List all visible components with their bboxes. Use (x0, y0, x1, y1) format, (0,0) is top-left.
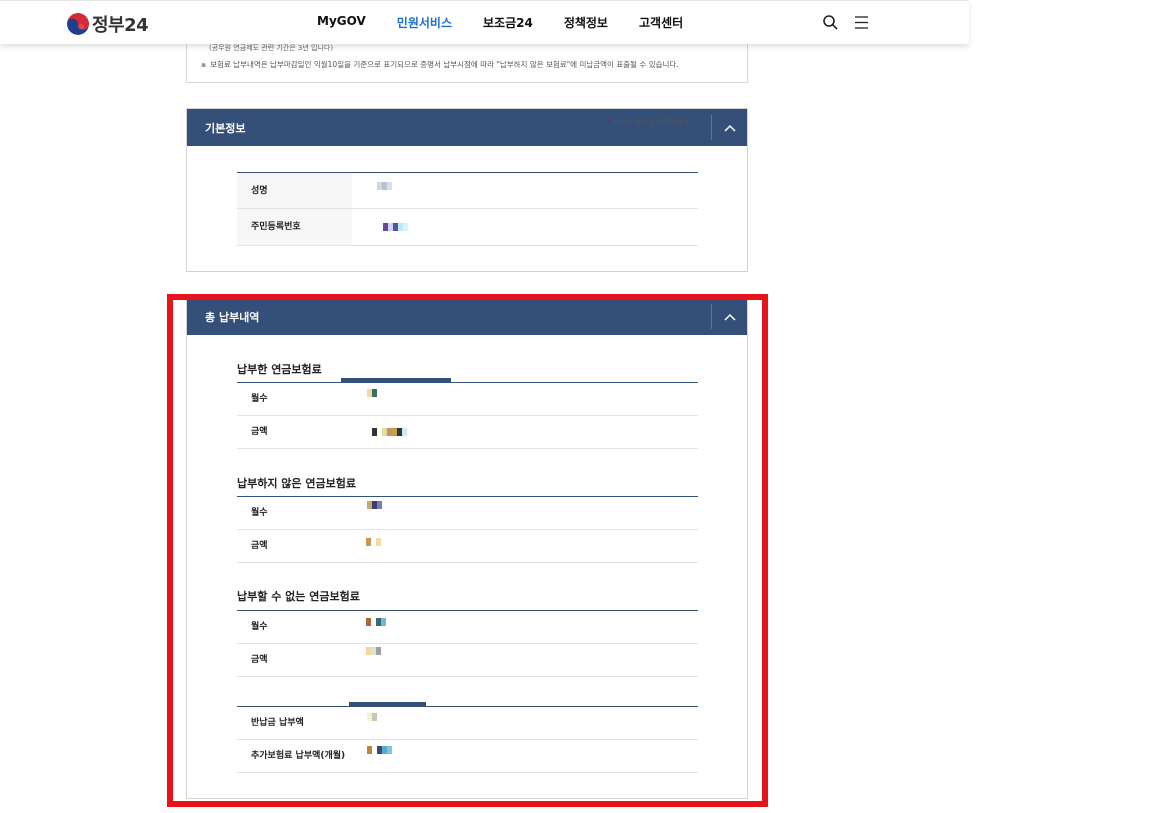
paid-table: 월수 금액 (237, 383, 698, 449)
table-row: 월수 (237, 611, 698, 644)
table-row: 주민등록번호 (237, 209, 698, 246)
total-payment-title: 총 납부내역 (205, 311, 260, 324)
name-label: 성명 (237, 173, 352, 208)
main-nav: MyGOV 민원서비스 보조금24 정책정보 고객센터 (317, 14, 714, 31)
months-label: 월수 (251, 508, 268, 518)
basic-info-table: 성명 주민등록번호 (237, 173, 698, 246)
chevron-up-icon (723, 313, 736, 321)
unpaid-amount-masked (366, 538, 381, 548)
nav-civil-service[interactable]: 민원서비스 (397, 14, 452, 31)
table-row: 성명 (237, 173, 698, 209)
collapse-toggle[interactable] (711, 115, 747, 140)
refund-payment-label: 반납금 납부액 (251, 718, 304, 728)
table-row: 금액 (237, 530, 698, 563)
nav-mygov[interactable]: MyGOV (317, 14, 366, 31)
table-row: 추가보험료 납부액(개월) (237, 740, 698, 773)
unpaid-table: 월수 금액 (237, 497, 698, 563)
paid-heading: 납부한 연금보험료 (237, 363, 322, 376)
taegeuk-logo-icon (67, 13, 89, 35)
resident-number-label: 주민등록번호 (237, 209, 352, 245)
collapse-toggle[interactable] (711, 304, 747, 329)
nav-subsidy[interactable]: 보조금24 (483, 14, 533, 31)
table-row: 금액 (237, 416, 698, 449)
amount-label: 금액 (251, 655, 268, 665)
table-row: 금액 (237, 644, 698, 677)
table-row: 월수 (237, 383, 698, 416)
exempt-table: 월수 금액 (237, 611, 698, 677)
basic-info-title: 기본정보 (205, 122, 246, 135)
search-icon[interactable] (822, 14, 839, 31)
paid-months-masked (367, 389, 377, 399)
logo-text: 정부24 (92, 15, 149, 36)
paid-amount-masked (372, 428, 407, 438)
logo[interactable]: 정부24 (67, 11, 149, 37)
exempt-months-masked (366, 618, 386, 628)
notice-text-1: (공무원 연금제도 관련 기간은 3년 입니다) (209, 44, 334, 52)
amount-label: 금액 (251, 427, 268, 437)
extra-premium-label: 추가보험료 납부액(개월) (251, 751, 346, 761)
extra-table: 반납금 납부액 추가보험료 납부액(개월) (237, 707, 698, 773)
hamburger-menu-icon[interactable] (853, 14, 870, 31)
basic-info-header: 기본정보 (187, 109, 747, 146)
amount-label: 금액 (251, 541, 268, 551)
nav-customer-center[interactable]: 고객센터 (639, 14, 683, 31)
months-label: 월수 (251, 394, 268, 404)
required-note: * 표시는 필수 입력사항입니다. (607, 118, 697, 126)
site-header: 정부24 MyGOV 민원서비스 보조금24 정책정보 고객센터 (0, 0, 969, 44)
table-row: 월수 (237, 497, 698, 530)
exempt-amount-masked (366, 647, 381, 657)
months-label: 월수 (251, 622, 268, 632)
name-value-masked (377, 182, 392, 192)
nav-policy-info[interactable]: 정책정보 (564, 14, 608, 31)
refund-payment-masked (367, 713, 377, 723)
exempt-heading: 납부할 수 없는 연금보험료 (237, 590, 360, 603)
total-payment-section: 총 납부내역 납부한 연금보험료 월수 금액 납부하지 않은 연금보험료 월수 (186, 297, 748, 799)
unpaid-months-masked (367, 501, 382, 511)
table-row: 반납금 납부액 (237, 707, 698, 740)
basic-info-section: 기본정보 * 표시는 필수 입력사항입니다. 성명 주민등록번호 (186, 108, 748, 272)
unpaid-heading: 납부하지 않은 연금보험료 (237, 477, 356, 490)
resident-number-masked (383, 223, 408, 233)
extra-premium-masked (367, 746, 392, 756)
notice-text-2: ▪ 보험료 납부내역은 납부마감일인 익월10일을 기준으로 표기되므로 증명서 … (201, 60, 679, 69)
chevron-up-icon (723, 124, 736, 132)
total-payment-header: 총 납부내역 (187, 298, 747, 335)
